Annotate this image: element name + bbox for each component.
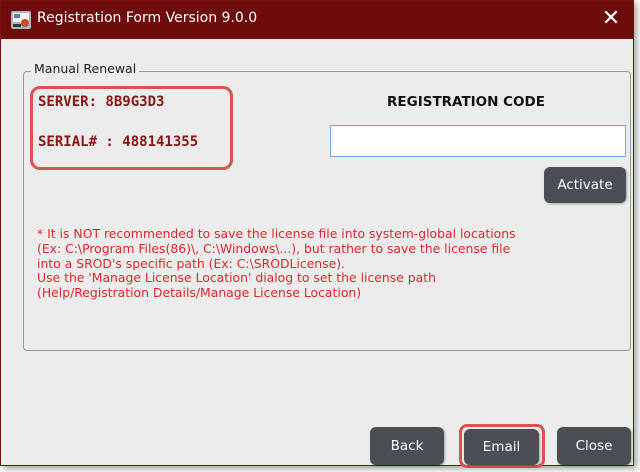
notice-line: (Help/Registration Details/Manage Licens…	[37, 285, 362, 301]
registration-window: Registration Form Version 9.0.0 ✕ Manual…	[0, 0, 634, 468]
window-close-icon[interactable]: ✕	[597, 5, 625, 33]
app-icon	[11, 11, 31, 29]
notice-line: Use the 'Manage License Location' dialog…	[37, 270, 436, 286]
notice-line: * It is NOT recommended to save the lice…	[37, 226, 516, 241]
notice-line: (Ex: C:\Program Files(86)\, C:\Windows\.…	[37, 240, 511, 256]
email-button[interactable]: Email	[464, 429, 539, 465]
title-bar: Registration Form Version 9.0.0 ✕	[1, 1, 633, 39]
activate-button[interactable]: Activate	[544, 167, 626, 203]
manual-renewal-legend: Manual Renewal	[31, 61, 140, 76]
notice-line: into a SROD's specific path (Ex: C:\SROD…	[37, 255, 345, 271]
license-location-notice: * It is NOT recommended to save the lice…	[37, 226, 627, 301]
back-button[interactable]: Back	[370, 427, 444, 465]
registration-code-input[interactable]	[330, 125, 626, 157]
window-title: Registration Form Version 9.0.0	[37, 10, 258, 26]
close-button[interactable]: Close	[557, 427, 631, 465]
server-id-label: SERVER: 8B9G3D3	[38, 94, 165, 110]
serial-number-label: SERIAL# : 488141355	[38, 134, 199, 150]
registration-code-title: REGISTRATION CODE	[387, 94, 545, 110]
